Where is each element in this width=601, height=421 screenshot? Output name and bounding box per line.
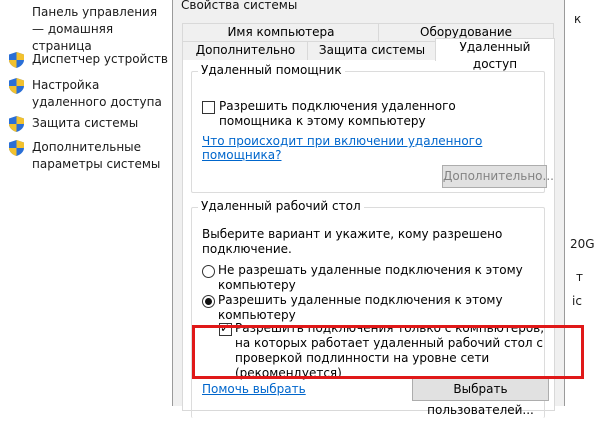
sidebar-item-label: Настройка удаленного доступа: [32, 78, 162, 109]
highlight-annotation: [192, 325, 584, 379]
shield-icon: [9, 116, 24, 132]
group-title: Удаленный рабочий стол: [198, 199, 364, 213]
remote-assistance-label[interactable]: Разрешить подключения удаленного помощни…: [219, 99, 519, 129]
remote-assistance-group: Удаленный помощник Разрешить подключения…: [191, 63, 554, 193]
shield-icon: [9, 140, 24, 156]
remote-desktop-instruction: Выберите вариант и укажите, кому разреше…: [202, 227, 503, 256]
background-text: к: [574, 12, 582, 26]
background-text: іс: [572, 294, 582, 308]
tab-advanced[interactable]: Дополнительно: [182, 41, 309, 60]
sidebar-item-advanced-settings[interactable]: Дополнительные параметры системы: [9, 139, 174, 173]
remote-desktop-group: Удаленный рабочий стол Выберите вариант …: [191, 199, 549, 418]
sidebar-item-label: Диспетчер устройств: [32, 52, 169, 66]
sidebar-item-system-protection[interactable]: Защита системы: [9, 115, 174, 132]
sidebar-item-label: Защита системы: [32, 116, 139, 130]
control-panel-sidebar: Панель управления — домашняя страница Ди…: [0, 0, 172, 400]
control-panel-home-link[interactable]: Панель управления — домашняя страница: [32, 4, 172, 55]
dialog-title: Свойства системы: [181, 0, 298, 12]
shield-icon: [9, 78, 24, 94]
group-title: Удаленный помощник: [198, 63, 345, 77]
background-text: т: [576, 270, 583, 284]
sidebar-item-remote-settings[interactable]: Настройка удаленного доступа: [9, 77, 174, 111]
remote-assistance-info-link[interactable]: Что происходит при включении удаленного …: [202, 134, 544, 162]
radio-allow-label[interactable]: Разрешить удаленные подключения к этому …: [218, 293, 543, 323]
sidebar-item-device-manager[interactable]: Диспетчер устройств: [9, 51, 174, 68]
remote-assistance-checkbox[interactable]: [202, 101, 215, 114]
advanced-button[interactable]: Дополнительно...: [442, 165, 554, 188]
radio-allow-remote[interactable]: [202, 295, 215, 308]
background-text: 20G: [570, 237, 595, 251]
tab-remote[interactable]: Удаленный доступ: [435, 38, 555, 71]
sidebar-item-label: Дополнительные параметры системы: [32, 140, 161, 171]
tab-system-protection[interactable]: Защита системы: [307, 41, 437, 60]
tab-computer-name[interactable]: Имя компьютера: [182, 23, 380, 42]
radio-deny-label[interactable]: Не разрешать удаленные подключения к это…: [218, 263, 543, 293]
select-users-button[interactable]: Выбрать пользователей...: [412, 378, 549, 417]
help-choose-link[interactable]: Помочь выбрать: [202, 382, 306, 396]
radio-deny-remote[interactable]: [202, 265, 215, 278]
shield-icon: [9, 52, 24, 68]
